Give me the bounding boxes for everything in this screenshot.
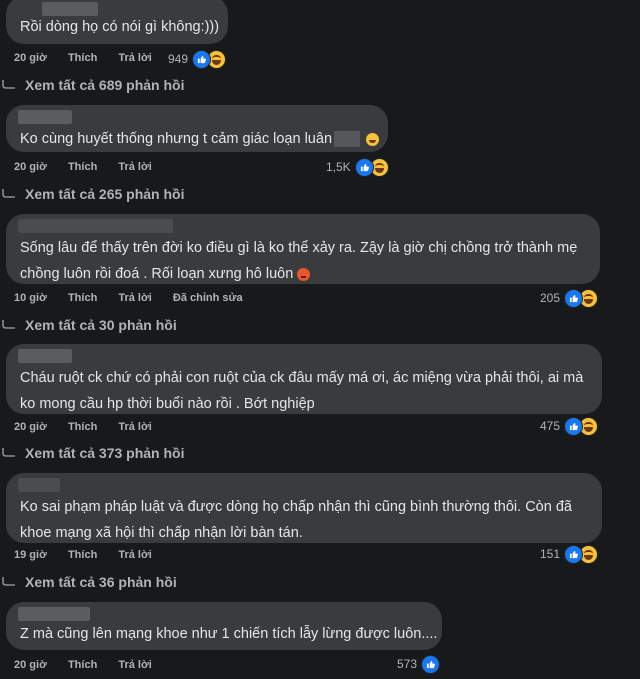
reply-button[interactable]: Trả lời xyxy=(118,549,152,561)
comment-text: Ko sai phạm pháp luật và được dòng họ ch… xyxy=(20,499,572,541)
like-button[interactable]: Thích xyxy=(68,292,97,304)
reply-button[interactable]: Trả lời xyxy=(118,421,152,433)
like-button[interactable]: Thích xyxy=(68,549,97,561)
reaction-summary[interactable]: 1,5K xyxy=(326,157,389,177)
reply-arrow-icon xyxy=(2,448,15,457)
comment-actions: 19 giờ Thích Trả lời xyxy=(14,549,170,561)
comment-text: Rồi dòng họ có nói gì không:))) xyxy=(20,19,220,35)
comment-bubble: Sống lâu để thấy trên đời ko điều gì là … xyxy=(6,214,600,284)
like-button[interactable]: Thích xyxy=(68,421,97,433)
reaction-count: 949 xyxy=(168,52,189,66)
reply-arrow-icon xyxy=(2,80,15,89)
reaction-count: 573 xyxy=(397,657,418,671)
comment-bubble: Rồi dòng họ có nói gì không:))) xyxy=(6,0,228,44)
reaction-summary[interactable]: 151 xyxy=(540,544,599,564)
comment-time[interactable]: 19 giờ xyxy=(14,549,47,561)
blurred-author-name xyxy=(18,478,60,492)
view-replies-link[interactable]: Xem tất cả 30 phản hồi xyxy=(0,317,177,333)
view-replies-link[interactable]: Xem tất cả 373 phản hồi xyxy=(0,445,185,461)
reaction-count: 151 xyxy=(540,547,561,561)
reply-arrow-icon xyxy=(2,189,15,198)
reaction-summary[interactable]: 205 xyxy=(540,288,599,308)
comment-actions: 10 giờ Thích Trả lời Đã chỉnh sửa xyxy=(14,292,261,304)
reply-button[interactable]: Trả lời xyxy=(118,52,152,64)
like-icon xyxy=(354,157,374,177)
like-button[interactable]: Thích xyxy=(68,659,97,671)
comment-actions: 20 giờ Thích Trả lời xyxy=(14,659,170,671)
reply-button[interactable]: Trả lời xyxy=(118,292,152,304)
comment-time[interactable]: 10 giờ xyxy=(14,292,47,304)
reaction-count: 475 xyxy=(540,419,561,433)
like-icon xyxy=(564,416,584,436)
view-replies-link[interactable]: Xem tất cả 36 phản hồi xyxy=(0,574,177,590)
comment-time[interactable]: 20 giờ xyxy=(14,52,47,64)
reply-arrow-icon xyxy=(2,577,15,586)
like-icon xyxy=(564,288,584,308)
blurred-author-name xyxy=(18,607,90,621)
view-replies-link[interactable]: Xem tất cả 689 phản hồi xyxy=(0,77,185,93)
comment-bubble: Cháu ruột ck chứ có phải con ruột của ck… xyxy=(6,344,602,414)
reply-arrow-icon xyxy=(2,320,15,329)
comment-bubble: Z mà cũng lên mạng khoe như 1 chiến tích… xyxy=(6,602,442,650)
reaction-count: 205 xyxy=(540,291,561,305)
reaction-summary[interactable]: 475 xyxy=(540,416,599,436)
comment-text: Z mà cũng lên mạng khoe như 1 chiến tích… xyxy=(20,626,438,642)
blurred-author-name xyxy=(18,219,173,233)
angry-emoji xyxy=(297,267,311,281)
like-icon xyxy=(192,49,212,69)
comment-bubble: Ko cùng huyết thống nhưng t cảm giác loạ… xyxy=(6,105,388,152)
reply-button[interactable]: Trả lời xyxy=(118,659,152,671)
comment-time[interactable]: 20 giờ xyxy=(14,161,47,173)
comment-time[interactable]: 20 giờ xyxy=(14,421,47,433)
edited-label[interactable]: Đã chỉnh sửa xyxy=(173,292,243,304)
blurred-author-name xyxy=(18,349,72,363)
comment-bubble: Ko sai phạm pháp luật và được dòng họ ch… xyxy=(6,473,602,543)
grinning-emoji xyxy=(366,132,380,146)
comment-time[interactable]: 20 giờ xyxy=(14,659,47,671)
like-button[interactable]: Thích xyxy=(68,161,97,173)
like-button[interactable]: Thích xyxy=(68,52,97,64)
comment-actions: 20 giờ Thích Trả lời xyxy=(14,161,170,173)
comment-actions: 20 giờ Thích Trả lời xyxy=(14,52,170,64)
comment-text: Ko cùng huyết thống nhưng t cảm giác loạ… xyxy=(20,126,380,152)
comment-text: Sống lâu để thấy trên đời ko điều gì là … xyxy=(20,240,578,282)
reaction-summary[interactable]: 949 xyxy=(168,49,227,69)
comment-actions: 20 giờ Thích Trả lời xyxy=(14,421,170,433)
view-replies-link[interactable]: Xem tất cả 265 phản hồi xyxy=(0,186,185,202)
reply-button[interactable]: Trả lời xyxy=(118,161,152,173)
like-icon xyxy=(421,654,441,674)
blurred-author-name xyxy=(18,110,72,124)
blurred-text xyxy=(334,131,361,148)
comment-text: Cháu ruột ck chứ có phải con ruột của ck… xyxy=(20,370,584,412)
like-icon xyxy=(564,544,584,564)
reaction-summary[interactable]: 573 xyxy=(397,654,441,674)
reaction-count: 1,5K xyxy=(326,160,351,174)
